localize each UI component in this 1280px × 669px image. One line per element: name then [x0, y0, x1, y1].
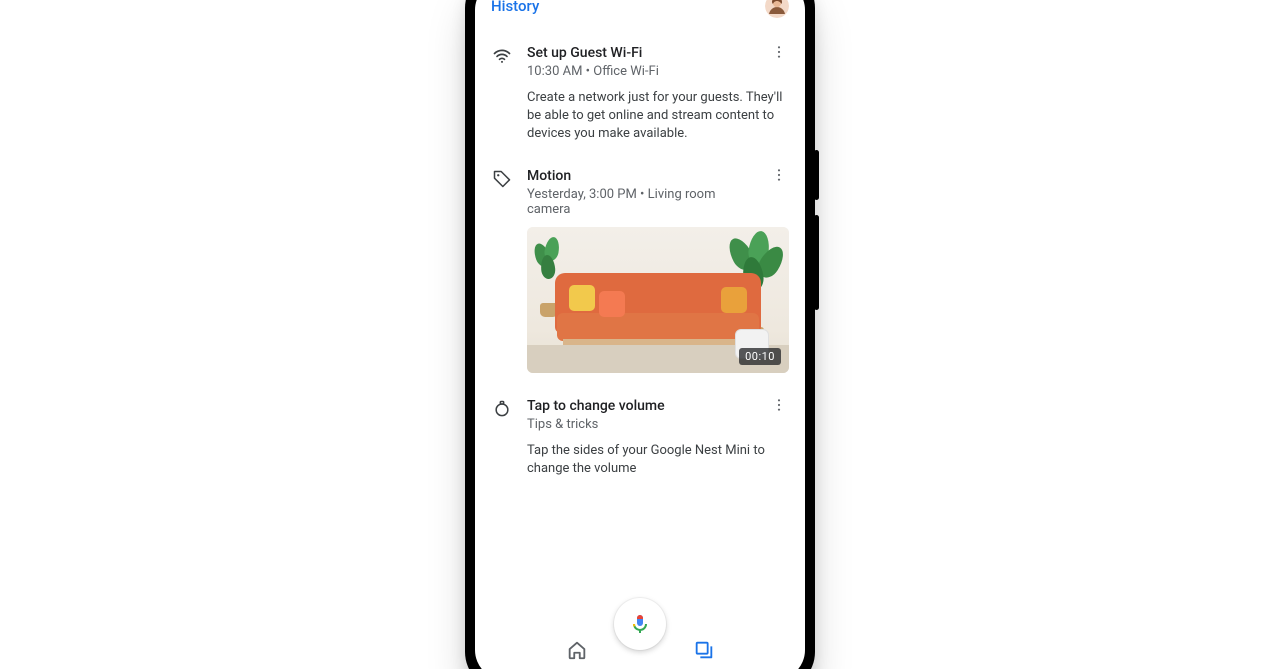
bottom-bar	[475, 590, 805, 669]
wifi-icon	[491, 44, 513, 68]
feed-card-guest-wifi[interactable]: Set up Guest Wi-Fi 10:30 AM • Office Wi-…	[475, 30, 805, 153]
more-vert-icon	[771, 167, 787, 183]
feed-card-tip-volume[interactable]: Tap to change volume Tips & tricks Tap t…	[475, 383, 805, 488]
phone-side-button	[814, 150, 819, 200]
card-meta: Yesterday, 3:00 PM • Living room camera	[527, 187, 761, 217]
card-meta: Tips & tricks	[527, 417, 665, 432]
nav-home-button[interactable]	[560, 633, 594, 667]
card-title: Motion	[527, 167, 761, 185]
camera-clip-thumbnail[interactable]: 00:10	[527, 227, 789, 373]
more-vert-icon	[771, 397, 787, 413]
tag-icon	[491, 167, 513, 191]
card-meta: 10:30 AM • Office Wi-Fi	[527, 64, 659, 79]
nav-feed-button[interactable]	[687, 633, 721, 667]
feed-icon	[693, 639, 715, 661]
phone-frame: History	[465, 0, 815, 669]
card-overflow-button[interactable]	[769, 42, 789, 62]
feed-list: Set up Guest Wi-Fi 10:30 AM • Office Wi-…	[475, 26, 805, 590]
card-overflow-button[interactable]	[769, 395, 789, 415]
more-vert-icon	[771, 44, 787, 60]
card-overflow-button[interactable]	[769, 165, 789, 185]
card-title: Set up Guest Wi-Fi	[527, 44, 659, 62]
nest-mini-icon	[491, 397, 513, 421]
clip-duration: 00:10	[739, 348, 781, 365]
avatar[interactable]	[765, 0, 789, 18]
feed-card-motion[interactable]: Motion Yesterday, 3:00 PM • Living room …	[475, 153, 805, 383]
avatar-icon	[765, 0, 789, 18]
phone-side-button	[814, 215, 819, 310]
app-screen: History	[475, 0, 805, 669]
bottom-nav	[475, 630, 805, 669]
card-title: Tap to change volume	[527, 397, 665, 415]
home-icon	[566, 639, 588, 661]
card-description: Tap the sides of your Google Nest Mini t…	[527, 442, 789, 478]
app-header: History	[475, 0, 805, 26]
page-title: History	[491, 0, 539, 15]
card-description: Create a network just for your guests. T…	[527, 89, 789, 143]
